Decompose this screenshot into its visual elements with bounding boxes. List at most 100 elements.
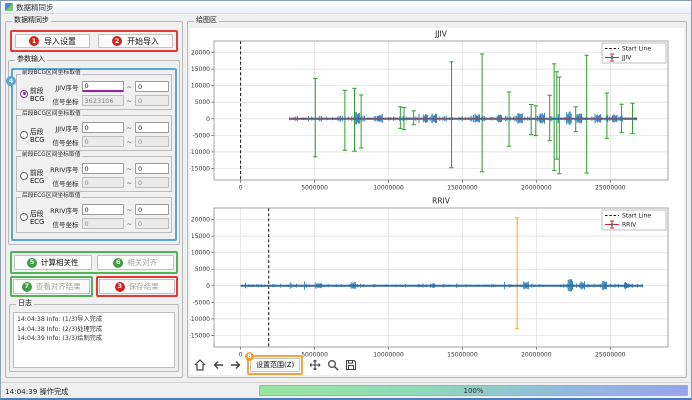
front-ecg-coord-to-input [135, 177, 169, 188]
radio-icon [20, 131, 28, 139]
svg-text:20000000: 20000000 [521, 352, 552, 359]
rear-ecg-coord-to-input [135, 218, 169, 229]
svg-text:JJIV: JJIV [434, 30, 448, 39]
range-separator: ~ [127, 124, 132, 132]
range-separator: ~ [127, 206, 132, 214]
data-sync-group-label: 数据精同步 [12, 17, 51, 24]
param-section-title: 后段ECG区间坐标取值 [21, 194, 82, 200]
front-bcg-coord-to-input [135, 95, 169, 106]
params-annotation-box: 4 前段BCG区间坐标取值 前段BCG JJIV序号 [11, 68, 177, 241]
param-section-title: 前段ECG区间坐标取值 [21, 153, 82, 159]
radio-front-bcg[interactable]: 前段BCG [19, 85, 47, 103]
param-section-rear-bcg: 后段BCG区间坐标取值 后段BCG JJIV序号 ~ [16, 115, 172, 151]
param-section-title: 前段BCG区间坐标取值 [21, 71, 82, 77]
svg-text:JJIV: JJIV [621, 55, 632, 62]
save-icon[interactable] [344, 359, 357, 372]
forward-arrow-icon[interactable] [229, 359, 242, 372]
set-range-button[interactable]: 设置范围(Z) [250, 358, 300, 372]
param-input-group: 参数输入 4 前段BCG区间坐标取值 前段BCG [8, 60, 180, 245]
app-icon [5, 3, 13, 11]
correlation-align-button[interactable]: 6 相关对齐 [97, 255, 175, 270]
svg-text:Start Line: Start Line [622, 213, 651, 220]
front-ecg-coord-from-input [82, 177, 124, 188]
jjiv-chart[interactable]: 0500000010000000150000002000000025000000… [190, 28, 684, 195]
svg-text:15000000: 15000000 [447, 185, 478, 192]
svg-text:Start Line: Start Line [622, 46, 651, 53]
pan-icon[interactable] [308, 359, 321, 372]
rear-bcg-jjiv-from-input[interactable] [82, 122, 124, 133]
rriv-chart[interactable]: 0500000010000000150000002000000025000000… [190, 195, 684, 362]
svg-text:25000000: 25000000 [595, 185, 626, 192]
svg-text:-10000: -10000 [190, 149, 210, 156]
zoom-icon[interactable] [326, 359, 339, 372]
correlation-annotation-box: 5 计算相关性 6 相关对齐 [10, 251, 178, 274]
radio-icon [20, 213, 28, 221]
calc-correlation-button[interactable]: 5 计算相关性 [14, 255, 92, 270]
import-settings-button[interactable]: 1 导入设置 [15, 34, 90, 48]
log-line: 14:04:39 Info: (3/3)绘制完成 [17, 334, 171, 344]
log-line: 14:04:38 Info: (1/3)导入完成 [17, 315, 171, 325]
plot-area-group: 绘图区 050000001000000015000000200000002500… [187, 21, 687, 378]
front-bcg-jjiv-from-input[interactable] [82, 81, 124, 92]
rear-bcg-coord-to-input [135, 136, 169, 147]
row-label: 信号坐标 [47, 96, 79, 106]
log-group: 日志 14:04:38 Info: (1/3)导入完成 14:04:38 Inf… [9, 304, 179, 372]
correlation-align-label: 相关对齐 [127, 257, 157, 268]
svg-text:-10000: -10000 [190, 316, 210, 323]
front-bcg-jjiv-to-input[interactable] [135, 81, 169, 92]
row-label: JJIV序号 [47, 123, 79, 133]
back-arrow-icon[interactable] [211, 359, 224, 372]
log-list[interactable]: 14:04:38 Info: (1/3)导入完成 14:04:38 Info: … [13, 312, 175, 368]
svg-text:5000000: 5000000 [301, 185, 328, 192]
radio-icon [20, 90, 28, 98]
svg-text:-5000: -5000 [193, 132, 211, 139]
view-align-result-label: 查看对齐结果 [36, 281, 81, 292]
log-line: 14:04:38 Info: (2/3)处理完成 [17, 325, 171, 335]
range-separator: ~ [127, 138, 132, 146]
range-separator: ~ [127, 97, 132, 105]
view-result-annotation-box: 7 查看对齐结果 [10, 276, 93, 297]
param-section-front-ecg: 前段ECG区间坐标取值 前段ECG RRIV序号 ~ [16, 156, 172, 192]
radio-rear-bcg[interactable]: 后段BCG [19, 126, 47, 144]
svg-text:15000: 15000 [191, 233, 210, 240]
range-separator: ~ [127, 179, 132, 187]
plot-area-group-label: 绘图区 [194, 17, 219, 24]
window-title: 数据精同步 [16, 2, 54, 13]
rear-ecg-coord-from-input [82, 218, 124, 229]
title-bar: 数据精同步 [1, 1, 691, 14]
svg-text:0: 0 [239, 185, 243, 192]
row-label: 信号坐标 [47, 137, 79, 147]
save-result-button[interactable]: 3 保存结果 [99, 279, 176, 294]
step-badge-3: 3 [115, 282, 125, 292]
main-area: 数据精同步 1 导入设置 2 开始导入 参数输入 4 前段BCG区间坐标取值 [1, 14, 691, 382]
radio-label: 后段BCG [30, 126, 47, 144]
home-icon[interactable] [193, 359, 206, 372]
svg-text:0: 0 [206, 283, 210, 290]
svg-text:10000000: 10000000 [373, 352, 404, 359]
svg-text:15000000: 15000000 [447, 352, 478, 359]
radio-front-ecg[interactable]: 前段ECG [19, 167, 47, 185]
app-window: 数据精同步 数据精同步 1 导入设置 2 开始导入 参数输入 4 [0, 0, 692, 400]
step-badge-7: 7 [22, 282, 32, 292]
radio-rear-ecg[interactable]: 后段ECG [19, 208, 47, 226]
range-annotation-box: 8 设置范围(Z) [247, 355, 303, 375]
front-ecg-rriv-to-input[interactable] [135, 163, 169, 174]
action-buttons-area: 5 计算相关性 6 相关对齐 7 查看对齐结果 [9, 251, 179, 297]
step-badge-4: 4 [6, 76, 16, 86]
start-import-button[interactable]: 2 开始导入 [98, 34, 173, 48]
svg-text:10000: 10000 [191, 83, 210, 90]
rear-bcg-jjiv-to-input[interactable] [135, 122, 169, 133]
rear-ecg-rriv-to-input[interactable] [135, 204, 169, 215]
radio-icon [20, 172, 28, 180]
row-label: 信号坐标 [47, 178, 79, 188]
rear-ecg-rriv-from-input[interactable] [82, 204, 124, 215]
svg-text:20000000: 20000000 [521, 185, 552, 192]
front-ecg-rriv-from-input[interactable] [82, 163, 124, 174]
view-align-result-button[interactable]: 7 查看对齐结果 [13, 279, 90, 294]
range-separator: ~ [127, 220, 132, 228]
svg-text:RRIV: RRIV [622, 222, 637, 229]
save-result-label: 保存结果 [129, 281, 159, 292]
row-label: RRIV序号 [47, 164, 79, 174]
range-separator: ~ [127, 83, 132, 91]
figure-canvas[interactable]: 0 5000000 10000000 15000000 20000000 25000000… [190, 28, 684, 375]
